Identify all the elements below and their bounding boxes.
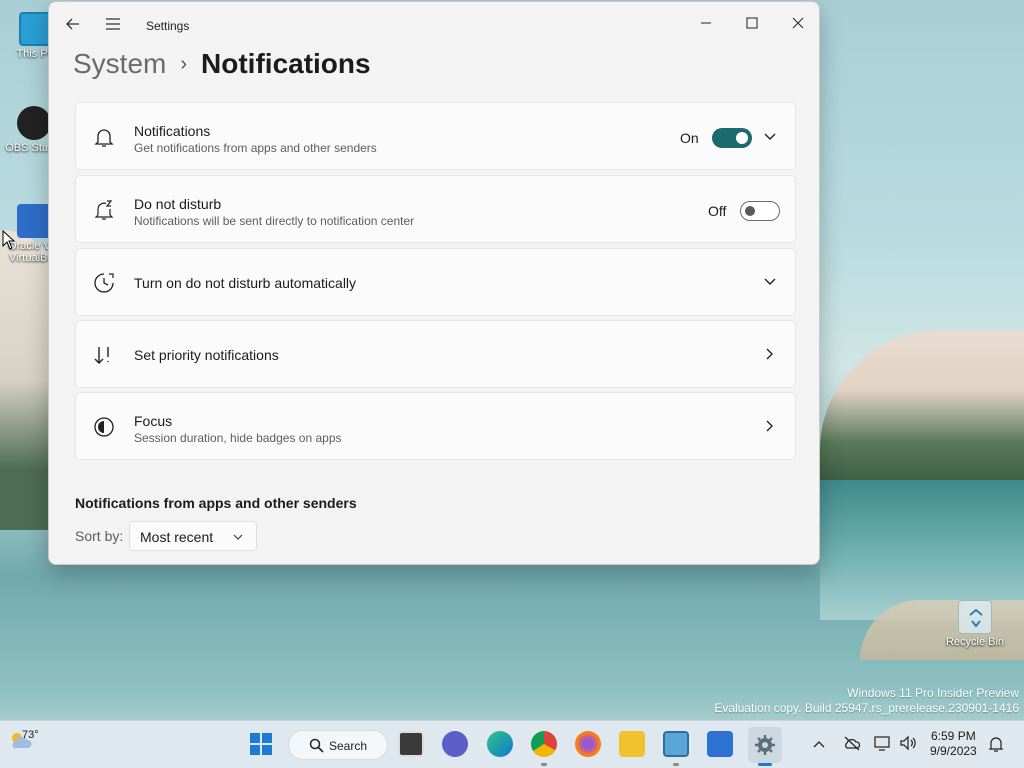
windows-logo-icon <box>250 733 272 755</box>
hamburger-icon <box>106 18 120 30</box>
chevron-down-icon[interactable] <box>761 128 779 146</box>
virtualbox-icon <box>17 204 51 238</box>
notifications-card[interactable]: Notifications Get notifications from app… <box>75 102 796 170</box>
weather-widget[interactable]: 73° <box>8 729 39 754</box>
focus-icon <box>94 417 114 437</box>
card-title: Set priority notifications <box>134 347 279 363</box>
desktop-wallpaper-mountain <box>820 330 1024 480</box>
toggle-state-label: Off <box>708 203 727 219</box>
teams-chat-icon[interactable] <box>442 731 468 757</box>
section-heading: Notifications from apps and other sender… <box>75 495 357 511</box>
minimize-button[interactable] <box>683 8 729 38</box>
priority-sort-icon <box>94 347 109 364</box>
card-title: Turn on do not disturb automatically <box>134 275 357 291</box>
weather-temperature: 73° <box>22 729 39 741</box>
desktop-icon-recycle-bin[interactable]: Recycle Bin <box>945 600 1005 648</box>
back-arrow-icon <box>66 18 79 30</box>
card-title: Do not disturb <box>134 196 222 212</box>
chevron-up-icon[interactable] <box>813 739 825 749</box>
title-bar[interactable]: Settings <box>49 2 819 46</box>
breadcrumb: System › Notifications <box>73 48 371 80</box>
card-title: Notifications <box>134 123 211 139</box>
minimize-icon <box>701 22 711 24</box>
card-title: Focus <box>134 413 173 429</box>
watermark-line: Evaluation copy. Build 25947.rs_prerelea… <box>714 701 1019 715</box>
sort-selected-value: Most recent <box>140 529 214 545</box>
breadcrumb-separator-icon: › <box>180 52 188 75</box>
toggle-state-label: On <box>680 130 699 146</box>
search-icon <box>309 738 324 753</box>
sort-label: Sort by: <box>75 528 124 544</box>
breadcrumb-parent-link[interactable]: System <box>73 48 166 80</box>
taskbar: 73° Search 6:59 PM 9/9/2023 <box>0 720 1024 768</box>
active-app-indicator <box>758 763 772 766</box>
desktop-icon-label: Recycle Bin <box>945 636 1005 648</box>
chrome-browser-icon[interactable] <box>531 731 557 757</box>
running-indicator <box>541 763 547 766</box>
chevron-right-icon <box>766 348 773 360</box>
windows-watermark: Windows 11 Pro Insider Preview Evaluatio… <box>714 686 1019 716</box>
maximize-button[interactable] <box>729 8 775 38</box>
priority-notifications-card[interactable]: Set priority notifications <box>75 320 796 388</box>
settings-taskbar-button[interactable] <box>748 727 782 763</box>
sort-dropdown[interactable]: Most recent <box>129 521 257 551</box>
desktop-wallpaper-lake <box>820 480 1024 620</box>
taskbar-search[interactable]: Search <box>288 730 388 760</box>
close-button[interactable] <box>775 8 819 38</box>
close-icon <box>792 17 804 29</box>
app-title: Settings <box>146 19 190 33</box>
running-indicator <box>673 763 679 766</box>
control-panel-icon[interactable] <box>663 731 689 757</box>
menu-button[interactable] <box>101 12 125 36</box>
bell-snooze-icon <box>94 200 114 220</box>
system-clock[interactable]: 6:59 PM 9/9/2023 <box>930 729 977 759</box>
clock-icon <box>94 273 114 293</box>
recycle-bin-icon <box>958 600 992 634</box>
dnd-automatic-card[interactable]: Turn on do not disturb automatically <box>75 248 796 316</box>
notifications-toggle[interactable] <box>712 128 752 148</box>
search-label: Search <box>329 739 368 753</box>
chevron-right-icon <box>766 420 773 432</box>
gear-icon <box>755 735 775 755</box>
clock-date: 9/9/2023 <box>930 744 977 758</box>
edge-browser-icon[interactable] <box>487 731 513 757</box>
maximize-icon <box>746 17 758 29</box>
do-not-disturb-card: Do not disturb Notifications will be sen… <box>75 175 796 243</box>
do-not-disturb-toggle[interactable] <box>740 201 780 221</box>
start-button[interactable] <box>248 731 274 757</box>
mouse-cursor-icon <box>2 230 16 250</box>
card-subtitle: Get notifications from apps and other se… <box>134 141 377 155</box>
card-subtitle: Notifications will be sent directly to n… <box>134 214 415 228</box>
microsoft-store-icon[interactable] <box>707 731 733 757</box>
page-title: Notifications <box>201 48 371 79</box>
onedrive-offline-icon[interactable] <box>843 735 861 751</box>
settings-window: Settings System › Notifications Notifica… <box>48 1 820 565</box>
chevron-down-icon <box>233 534 243 540</box>
clock-time: 6:59 PM <box>931 729 976 743</box>
task-view-icon[interactable] <box>398 731 424 757</box>
notification-bell-icon[interactable] <box>988 735 1004 753</box>
focus-card[interactable]: Focus Session duration, hide badges on a… <box>75 392 796 460</box>
card-subtitle: Session duration, hide badges on apps <box>134 431 342 445</box>
back-button[interactable] <box>61 12 85 36</box>
bell-icon <box>94 129 114 147</box>
volume-icon[interactable] <box>899 735 917 751</box>
network-icon[interactable] <box>874 735 892 751</box>
file-explorer-icon[interactable] <box>619 731 645 757</box>
firefox-browser-icon[interactable] <box>575 731 601 757</box>
watermark-line: Windows 11 Pro Insider Preview <box>847 686 1019 700</box>
chevron-down-icon[interactable] <box>761 273 779 291</box>
obs-icon <box>17 106 51 140</box>
